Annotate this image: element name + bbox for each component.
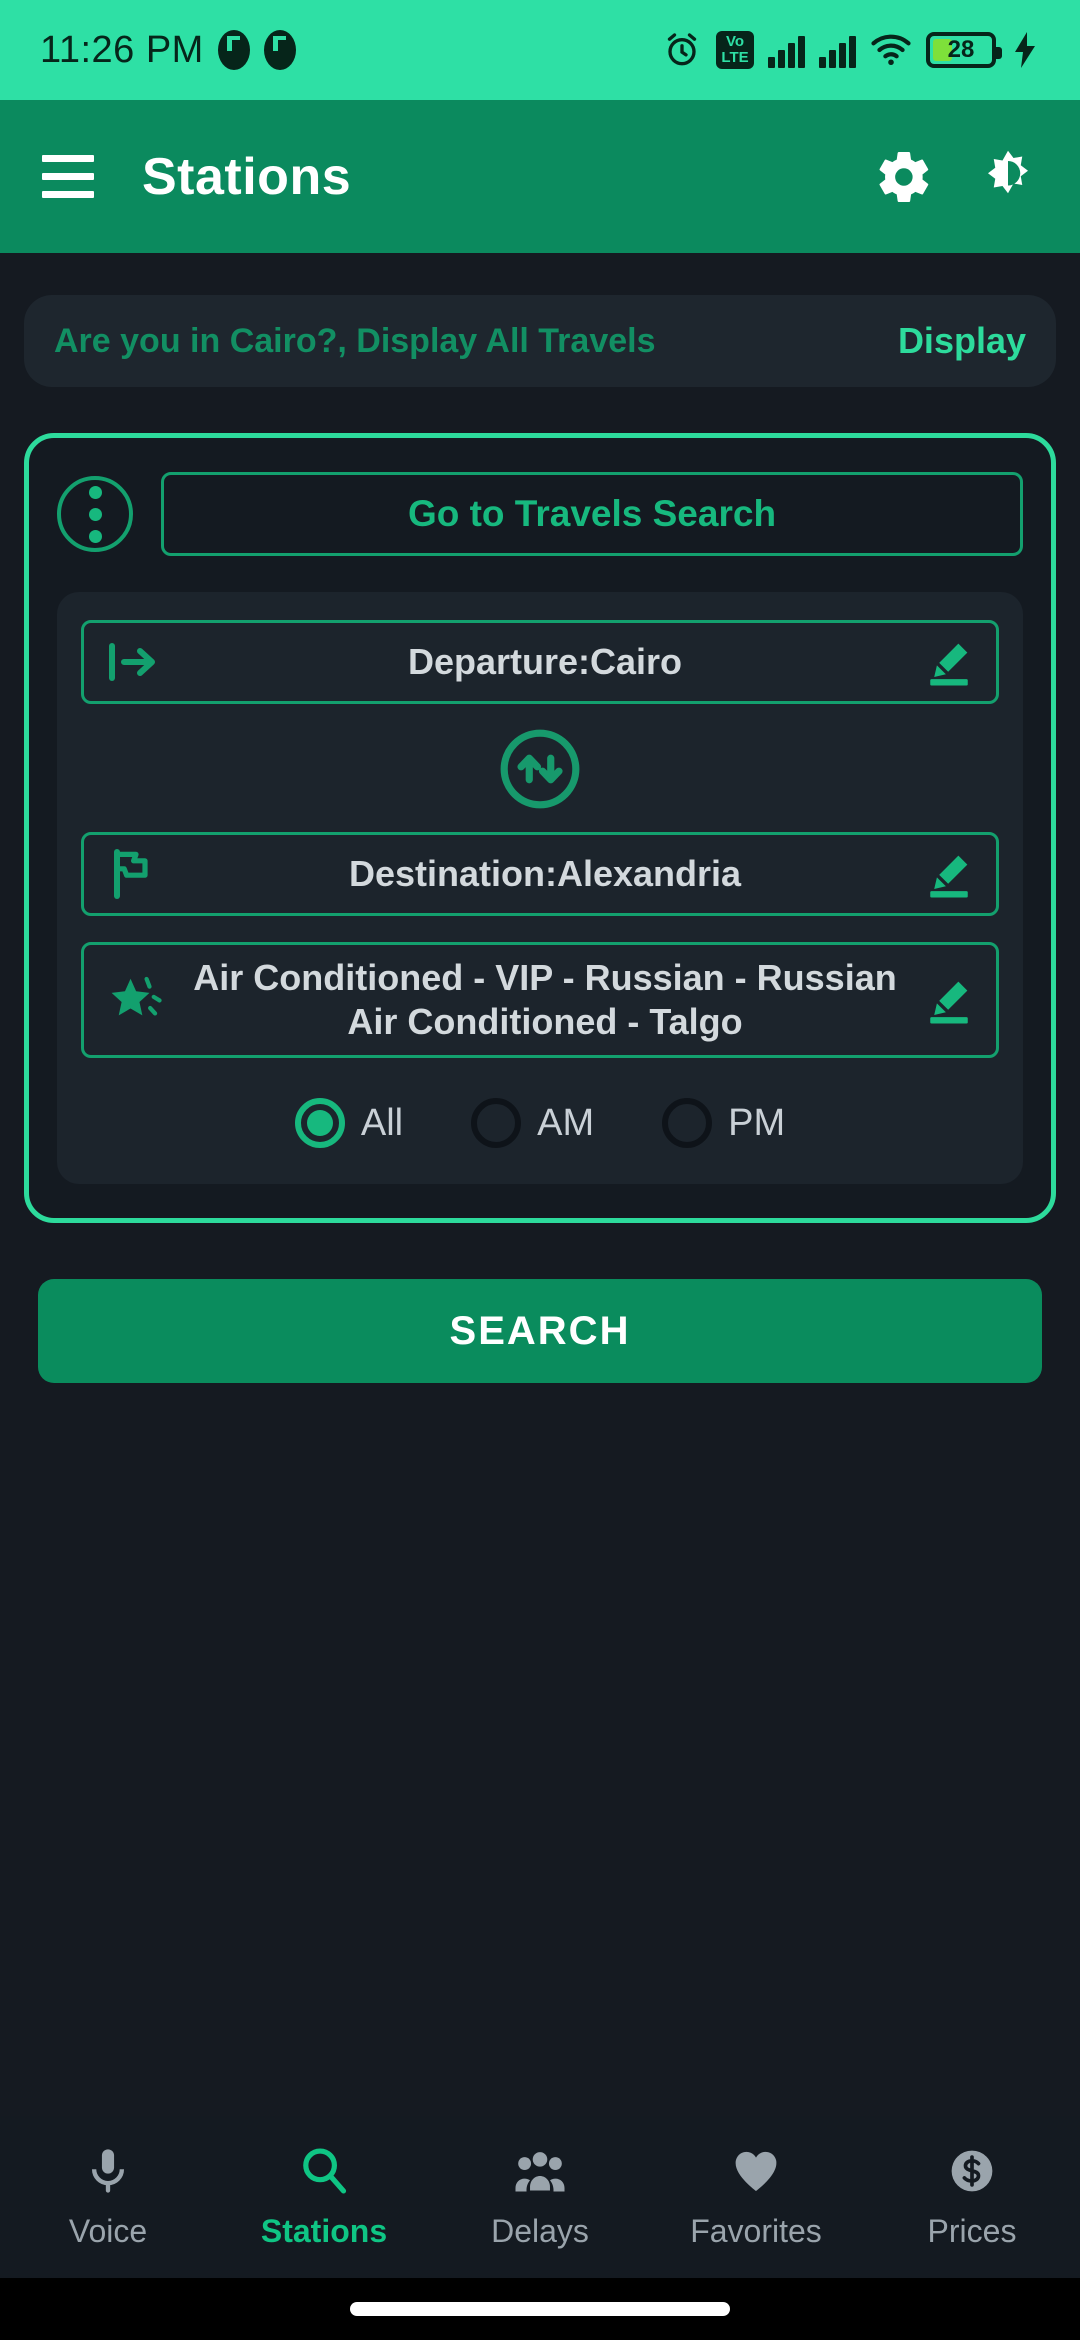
dnd-icon [217, 30, 250, 70]
battery-icon: 28 [926, 32, 1002, 68]
nav-item-voice[interactable]: Voice [0, 2145, 216, 2250]
signal-icon [819, 32, 856, 68]
charging-bolt-icon [1015, 32, 1035, 68]
volte-icon: Vo LTE [716, 31, 754, 69]
banner-display-button[interactable]: Display [898, 320, 1026, 362]
status-bar-right: Vo LTE 28 [662, 30, 1040, 70]
go-to-travels-search-button[interactable]: Go to Travels Search [161, 472, 1023, 556]
main-content: Are you in Cairo?, Display All Travels D… [0, 295, 1080, 1383]
flag-icon [106, 848, 168, 900]
dnd-icon [263, 30, 296, 70]
exit-arrow-icon [106, 639, 168, 685]
pencil-edit-icon[interactable] [922, 637, 974, 687]
hamburger-menu-icon[interactable] [42, 155, 94, 198]
heart-icon [735, 2151, 777, 2191]
radio-option-all[interactable]: All [294, 1098, 404, 1148]
radio-indicator [471, 1098, 522, 1148]
radio-label: PM [728, 1101, 786, 1144]
radio-option-pm[interactable]: PM [662, 1098, 785, 1148]
train-types-value: Air Conditioned - VIP - Russian - Russia… [193, 957, 897, 1042]
search-card-header: Go to Travels Search [57, 472, 1023, 556]
people-group-icon [515, 2151, 565, 2192]
nav-item-favorites[interactable]: Favorites [648, 2145, 864, 2250]
nav-label: Stations [260, 2212, 388, 2249]
departure-value: Departure:Cairo [407, 641, 683, 682]
radio-label: All [360, 1101, 404, 1144]
battery-percent: 28 [947, 36, 975, 63]
nav-label: Prices [927, 2212, 1017, 2249]
train-types-field[interactable]: Air Conditioned - VIP - Russian - Russia… [81, 942, 999, 1058]
banner-text: Are you in Cairo?, Display All Travels [54, 321, 656, 360]
alarm-icon [667, 33, 697, 66]
swap-vertical-circle-icon[interactable] [497, 726, 583, 812]
wifi-icon [871, 34, 911, 66]
swap-stations-row [81, 704, 999, 832]
app-bar: Stations [0, 100, 1080, 253]
nav-item-stations[interactable]: Stations [216, 2145, 432, 2250]
dollar-circle-icon [951, 2150, 993, 2191]
radio-label: AM [537, 1101, 595, 1144]
gear-icon[interactable] [874, 147, 934, 207]
status-bar: 11:26 PM Vo LTE 28 [0, 0, 1080, 100]
star-icon [106, 971, 168, 1029]
pencil-edit-icon[interactable] [922, 849, 974, 899]
signal-icon [768, 32, 805, 68]
nav-item-delays[interactable]: Delays [432, 2145, 648, 2250]
nav-label: Delays [491, 2212, 589, 2249]
search-card: Go to Travels Search Departure:Cairo Des… [24, 433, 1056, 1223]
departure-field[interactable]: Departure:Cairo [81, 620, 999, 704]
brightness-toggle-icon[interactable] [978, 147, 1038, 207]
volte-top: Vo [725, 33, 745, 50]
search-button[interactable]: SEARCH [38, 1279, 1042, 1383]
destination-value: Destination:Alexandria [348, 853, 742, 894]
gesture-bar-area [0, 2278, 1080, 2340]
time-filter-radio-group: All AM PM [81, 1098, 999, 1154]
nav-label: Favorites [690, 2212, 822, 2249]
status-time: 11:26 PM [40, 28, 204, 71]
radio-option-am[interactable]: AM [471, 1098, 594, 1148]
bottom-navigation: Voice Stations Delays Favorites Prices [0, 2116, 1080, 2278]
radio-indicator [662, 1098, 713, 1148]
radio-indicator [294, 1098, 345, 1148]
microphone-icon [91, 2148, 125, 2193]
app-bar-actions [874, 147, 1038, 207]
three-dots-vertical-icon[interactable] [57, 476, 133, 552]
status-bar-left: 11:26 PM [40, 29, 296, 72]
destination-field[interactable]: Destination:Alexandria [81, 832, 999, 916]
page-title: Stations [142, 147, 352, 206]
search-icon [303, 2147, 347, 2194]
home-gesture-pill[interactable] [350, 2302, 730, 2316]
location-banner[interactable]: Are you in Cairo?, Display All Travels D… [24, 295, 1056, 387]
nav-item-prices[interactable]: Prices [864, 2145, 1080, 2250]
nav-label: Voice [68, 2212, 148, 2249]
phone-screen: 11:26 PM Vo LTE 28 Stations Are you in C… [0, 0, 1080, 2340]
volte-bottom: LTE [721, 49, 749, 66]
pencil-edit-icon[interactable] [922, 975, 974, 1025]
search-fields-panel: Departure:Cairo Destination:Alexandria A… [57, 592, 1023, 1184]
